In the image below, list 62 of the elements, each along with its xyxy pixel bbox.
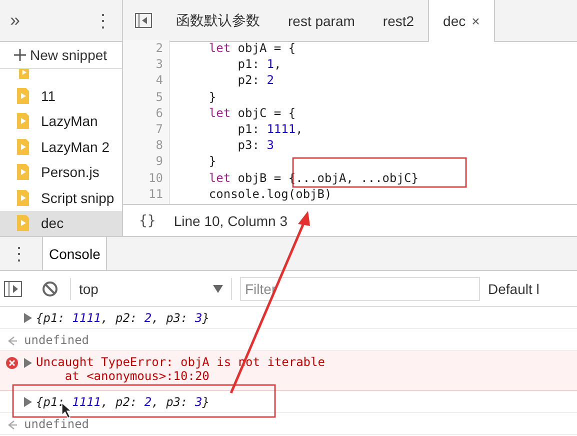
- editor-tab[interactable]: rest2: [368, 0, 428, 41]
- snippet-item[interactable]: dec: [0, 210, 122, 236]
- return-arrow-icon: [7, 420, 17, 430]
- pretty-print-button[interactable]: {}: [133, 212, 162, 230]
- file-icon: [17, 113, 29, 130]
- log-levels-select[interactable]: Default l: [488, 280, 540, 296]
- line-number: 7: [154, 121, 163, 138]
- return-value: undefined: [24, 333, 90, 347]
- log-object[interactable]: {p1: 1111, p2: 2, p3: 3}: [36, 395, 210, 409]
- code-line: p2: 2: [236, 72, 275, 89]
- plus-icon: [14, 49, 26, 61]
- file-icon: [17, 164, 29, 180]
- snippet-item[interactable]: Script snipp: [0, 185, 122, 210]
- code-line: console.log(objB): [208, 186, 333, 202]
- editor-tab[interactable]: rest param: [274, 0, 369, 41]
- line-number: 8: [154, 137, 163, 154]
- cursor-position: Line 10, Column 3: [174, 212, 288, 228]
- mouse-cursor-icon: [62, 402, 72, 418]
- line-number: 11: [148, 186, 163, 202]
- code-line: }: [208, 153, 218, 170]
- stack-trace: at <anonymous>:10:20: [64, 369, 210, 383]
- return-arrow-icon: [7, 336, 17, 346]
- console-tab[interactable]: Console: [42, 237, 108, 270]
- error-icon: [6, 357, 18, 369]
- clear-console-icon[interactable]: [42, 280, 58, 296]
- file-icon: [17, 88, 29, 104]
- file-icon: [17, 215, 29, 232]
- expand-icon[interactable]: [24, 313, 32, 323]
- menu-button[interactable]: ⋮: [84, 10, 122, 32]
- context-select[interactable]: top: [70, 278, 232, 300]
- close-icon[interactable]: ×: [472, 13, 480, 29]
- line-number: 3: [154, 56, 163, 72]
- more-tabs-button[interactable]: »: [0, 10, 30, 31]
- editor-tab[interactable]: dec ×: [428, 0, 495, 42]
- line-number: 6: [154, 104, 163, 122]
- file-icon: [17, 190, 29, 206]
- line-number: 4: [154, 72, 163, 89]
- code-line: let objC = {: [208, 104, 297, 122]
- code-line: p1: 1111,: [236, 121, 304, 138]
- snippet-item[interactable]: Person.js: [0, 160, 122, 185]
- snippet-item[interactable]: LazyMan 2: [0, 134, 122, 160]
- code-line: }: [208, 88, 218, 105]
- expand-icon[interactable]: [24, 358, 32, 368]
- code-line: p3: 3: [236, 137, 275, 154]
- code-line: let objA = {: [208, 40, 297, 56]
- snippet-item[interactable]: LazyMan: [0, 108, 122, 134]
- sidebar-toggle-icon[interactable]: [135, 13, 152, 28]
- file-icon: [18, 69, 30, 79]
- log-object[interactable]: {p1: 1111, p2: 2, p3: 3}: [36, 311, 210, 325]
- return-value: undefined: [24, 417, 90, 431]
- dropdown-icon: [213, 284, 223, 292]
- line-number: 10: [148, 170, 163, 186]
- file-icon: [17, 138, 29, 155]
- drawer-menu-button[interactable]: ⋮: [0, 237, 38, 270]
- editor-tab[interactable]: 函数默认参数: [162, 0, 274, 41]
- snippet-item[interactable]: 11: [0, 83, 122, 108]
- line-number: 2: [154, 40, 163, 56]
- line-number: 5: [154, 88, 163, 105]
- line-number: 9: [154, 153, 163, 170]
- code-line: p1: 1,: [236, 56, 282, 72]
- expand-icon[interactable]: [24, 397, 32, 407]
- sidebar-toggle-icon[interactable]: [4, 280, 22, 296]
